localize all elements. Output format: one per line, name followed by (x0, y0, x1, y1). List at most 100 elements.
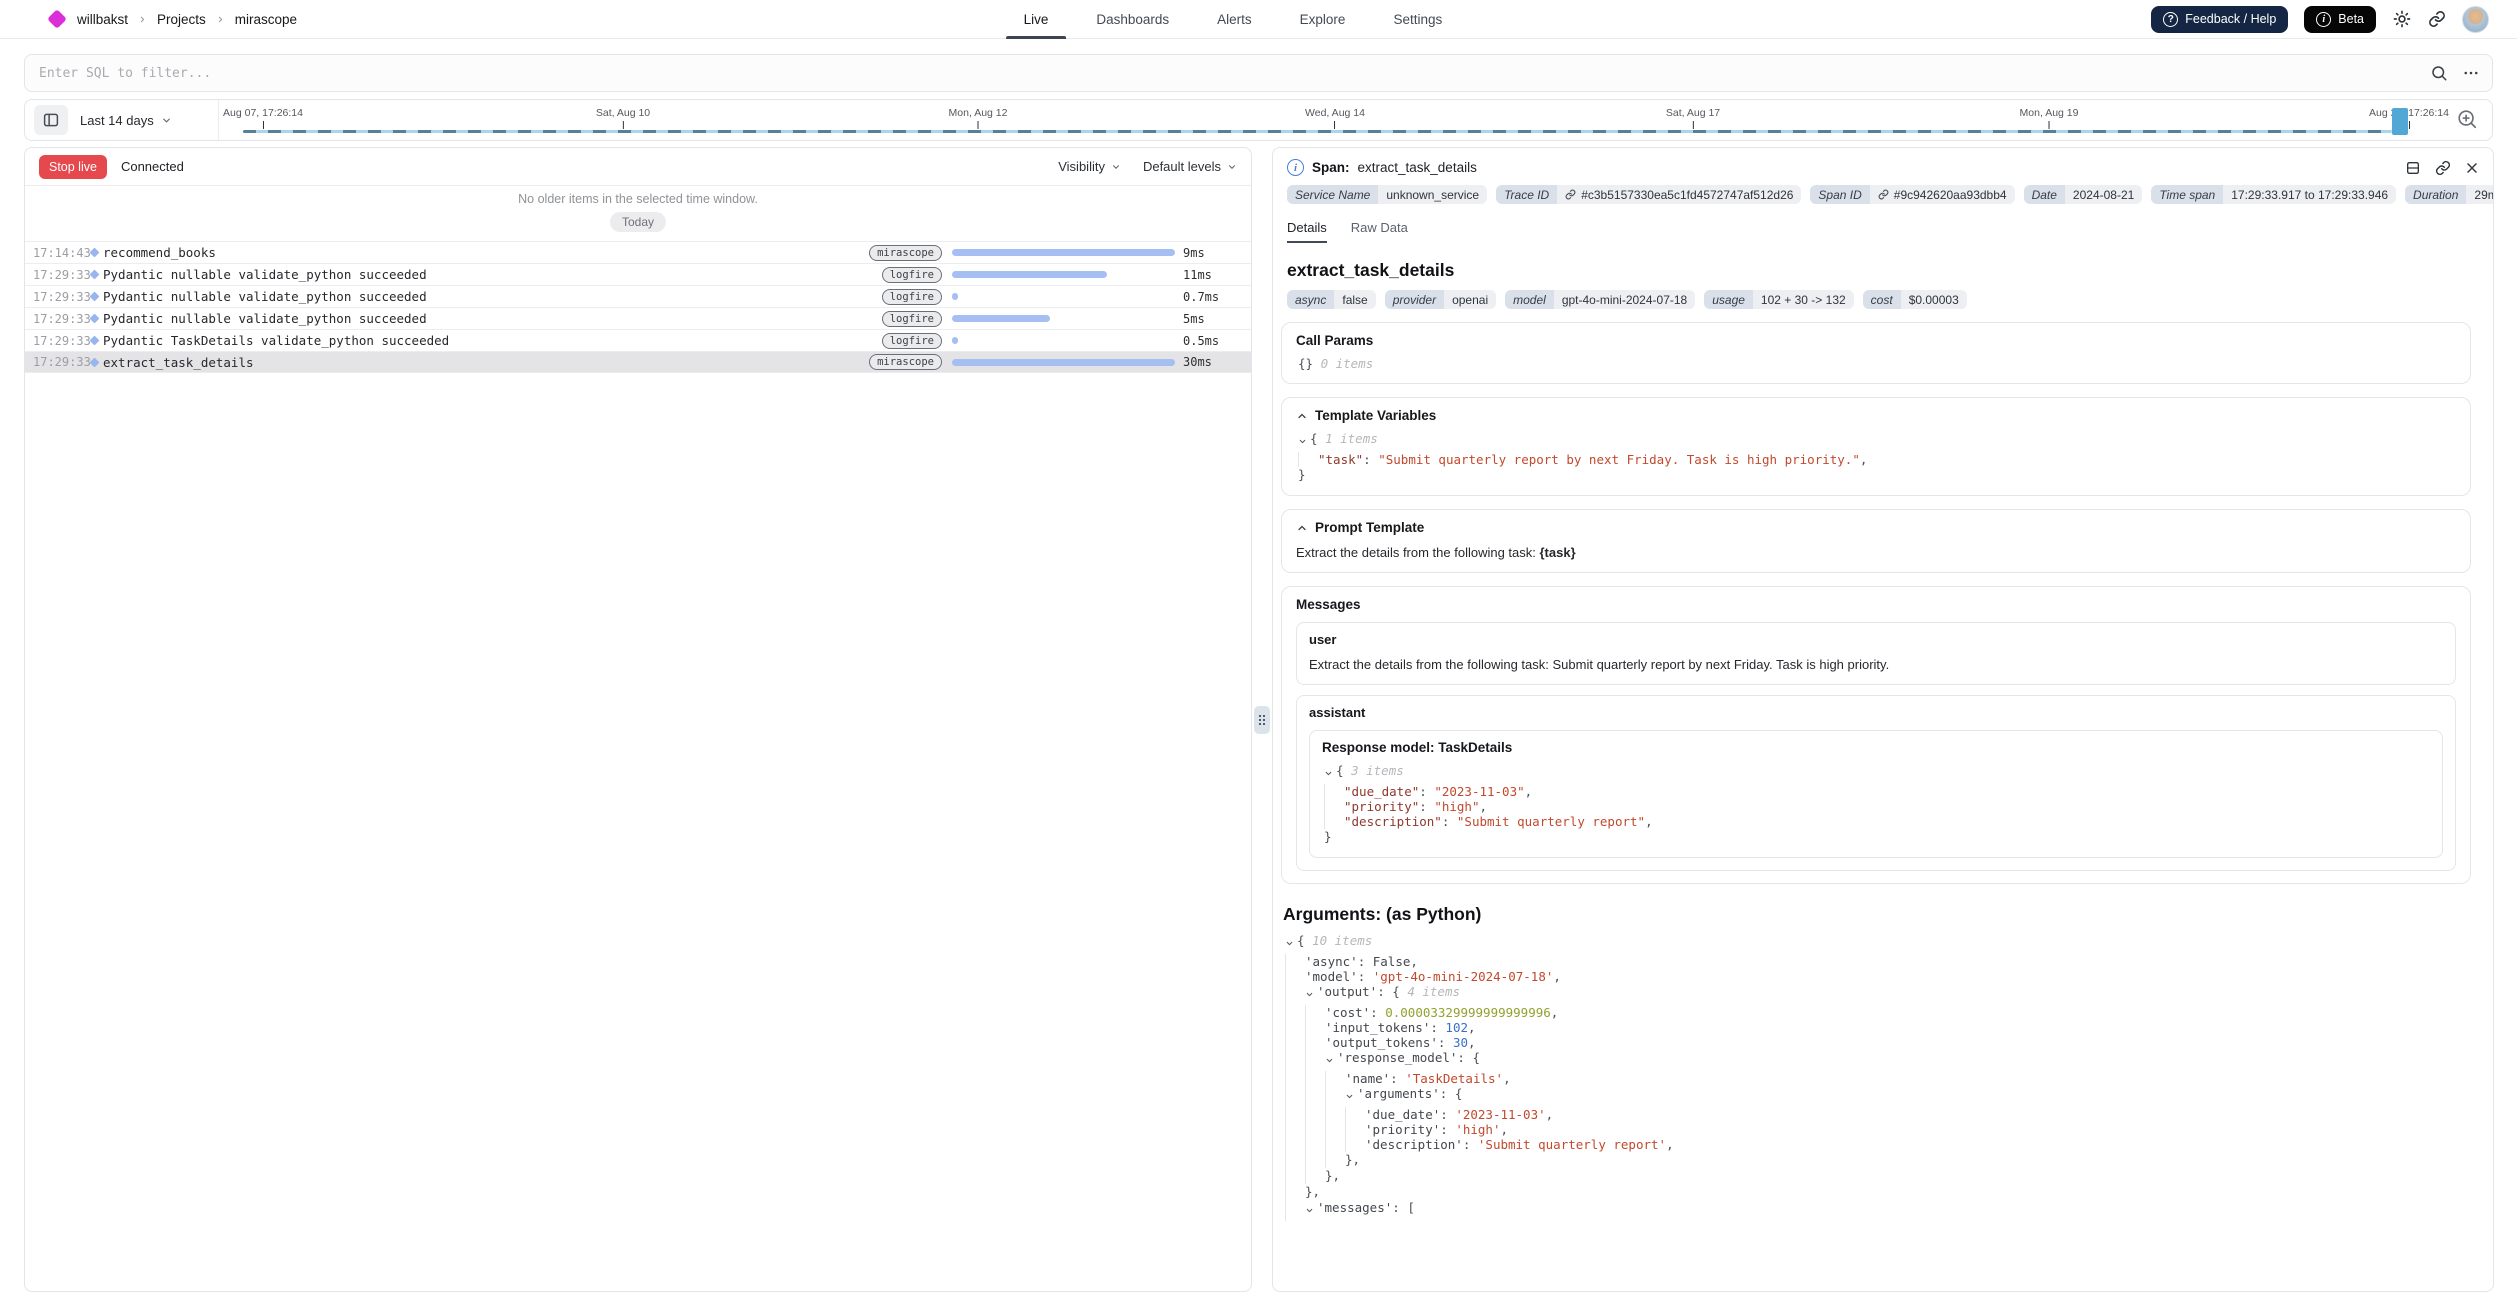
token-punct: : (1358, 954, 1373, 969)
tree-line: 'cost': 0.00003329999999999996, (1285, 1005, 2471, 1020)
collapse-chevron-icon[interactable] (1305, 984, 1314, 1005)
indent-guide (1325, 1071, 1345, 1086)
token-pkey: 'messages' (1317, 1200, 1392, 1221)
message-role: user (1309, 632, 2443, 647)
drag-handle[interactable] (1254, 706, 1270, 734)
nav-tab-settings[interactable]: Settings (1389, 0, 1446, 39)
timeline-tick: Mon, Aug 12 (949, 107, 1008, 129)
indent-guide (1298, 452, 1318, 467)
span-detail-panel: i Span: extract_task_details Service Nam… (1272, 147, 2494, 1292)
indent-guide (1305, 1137, 1325, 1152)
pill-value-text: gpt-4o-mini-2024-07-18 (1562, 293, 1687, 307)
token-punct: , (1553, 969, 1561, 984)
time-range-dropdown[interactable]: Last 14 days (80, 113, 172, 128)
token-punct: { (1336, 763, 1351, 784)
timeline-selection[interactable] (2392, 108, 2408, 135)
theme-toggle-icon[interactable] (2392, 9, 2412, 29)
day-separator: Today (610, 212, 666, 232)
span-meta-row: Service Nameunknown_serviceTrace ID#c3b5… (1273, 185, 2493, 204)
breadcrumb-projects[interactable]: Projects (157, 12, 206, 27)
collapse-chevron-icon[interactable] (1298, 431, 1307, 452)
nav-tabs: Live Dashboards Alerts Explore Settings (1020, 0, 1447, 39)
pill-label: Date (2024, 185, 2065, 204)
meta-trace-id-pill: Trace ID#c3b5157330ea5c1fd4572747af512d2… (1496, 185, 1801, 204)
panel-resize-divider[interactable] (1252, 147, 1272, 1292)
copy-link-icon[interactable] (2435, 160, 2451, 176)
nav-tab-alerts[interactable]: Alerts (1213, 0, 1256, 39)
live-row[interactable]: 17:29:33Pydantic TaskDetails validate_py… (25, 329, 1251, 351)
span-kind-icon (85, 315, 103, 322)
live-row[interactable]: 17:29:33Pydantic nullable validate_pytho… (25, 285, 1251, 307)
stop-live-button[interactable]: Stop live (39, 155, 107, 179)
pill-label: model (1505, 290, 1554, 309)
nav-tab-dashboards[interactable]: Dashboards (1092, 0, 1173, 39)
split-panel-icon[interactable] (2405, 160, 2421, 176)
row-tag-badge[interactable]: logfire (882, 333, 942, 349)
beta-button[interactable]: i Beta (2304, 6, 2376, 33)
pill-value[interactable]: #c3b5157330ea5c1fd4572747af512d26 (1557, 185, 1801, 204)
timeline-tick: Sat, Aug 17 (1666, 107, 1720, 129)
user-avatar[interactable] (2462, 6, 2489, 33)
collapse-chevron-icon[interactable] (1345, 1086, 1354, 1107)
chevron-up-icon[interactable] (1296, 410, 1308, 422)
nav-tab-live[interactable]: Live (1020, 0, 1053, 39)
span-attr-row: asyncfalseprovideropenaimodelgpt-4o-mini… (1273, 290, 2493, 309)
indent-guide (1285, 1050, 1305, 1071)
row-tag-badge[interactable]: mirascope (869, 354, 942, 370)
row-timestamp: 17:29:33 (33, 290, 85, 304)
chevron-up-icon[interactable] (1296, 522, 1308, 534)
detail-tab-details[interactable]: Details (1287, 220, 1327, 243)
token-punct: }, (1305, 1184, 1320, 1200)
span-info-icon: i (1287, 159, 1304, 176)
token-punct: : (1363, 452, 1378, 467)
pill-label: Service Name (1287, 185, 1378, 204)
pill-value: 29ms (2466, 185, 2494, 204)
collapse-chevron-icon[interactable] (1325, 1050, 1334, 1071)
timeline-tick: Aug 21, 17:26:14 (2369, 107, 2449, 129)
detail-tab-raw-data[interactable]: Raw Data (1351, 220, 1408, 243)
collapse-chevron-icon[interactable] (1285, 933, 1294, 954)
prompt-template-heading: Prompt Template (1315, 520, 1424, 535)
pill-value-text: $0.00003 (1909, 293, 1959, 307)
timeline-track[interactable] (243, 130, 2392, 133)
pill-value: 102 + 30 -> 132 (1753, 290, 1854, 309)
template-variables-tree: { 1 items"task": "Submit quarterly repor… (1296, 431, 2456, 483)
zoom-in-icon[interactable] (2456, 108, 2478, 130)
live-row[interactable]: 17:29:33Pydantic nullable validate_pytho… (25, 307, 1251, 329)
live-row[interactable]: 17:14:43recommend_booksmirascope9ms (25, 241, 1251, 263)
live-row[interactable]: 17:29:33extract_task_detailsmirascope30m… (25, 351, 1251, 373)
sidebar-toggle-button[interactable] (34, 105, 68, 135)
row-tag-badge[interactable]: logfire (882, 311, 942, 327)
row-span-name: Pydantic nullable validate_python succee… (103, 311, 882, 326)
row-tag-badge[interactable]: mirascope (869, 245, 942, 261)
indent-guide (1305, 1005, 1325, 1020)
link-icon (1565, 189, 1576, 200)
live-row[interactable]: 17:29:33Pydantic nullable validate_pytho… (25, 263, 1251, 285)
indent-guide (1285, 969, 1305, 984)
pill-value[interactable]: #9c942620aa93dbb4 (1870, 185, 2015, 204)
breadcrumb-project[interactable]: mirascope (235, 12, 297, 27)
token-str: 'high' (1455, 1122, 1500, 1137)
visibility-dropdown[interactable]: Visibility (1058, 159, 1121, 174)
share-link-icon[interactable] (2428, 10, 2446, 28)
token-pkey: 'output_tokens' (1325, 1035, 1438, 1050)
close-icon[interactable] (2465, 161, 2479, 175)
pill-value-text: #c3b5157330ea5c1fd4572747af512d26 (1581, 188, 1793, 202)
collapse-chevron-icon[interactable] (1324, 763, 1333, 784)
pill-value-text: 2024-08-21 (2073, 188, 2134, 202)
nav-tab-explore[interactable]: Explore (1296, 0, 1350, 39)
row-tag-badge[interactable]: logfire (882, 267, 942, 283)
breadcrumb-org[interactable]: willbakst (77, 12, 128, 27)
default-levels-dropdown[interactable]: Default levels (1143, 159, 1237, 174)
token-str: "Submit quarterly report" (1457, 814, 1645, 829)
search-icon[interactable] (2430, 64, 2448, 82)
feedback-help-button[interactable]: ? Feedback / Help (2151, 6, 2288, 33)
timeline-tick-label: Sat, Aug 10 (596, 107, 650, 119)
token-punct: : (1358, 969, 1373, 984)
sql-filter-input[interactable] (39, 66, 2416, 81)
collapse-chevron-icon[interactable] (1305, 1200, 1314, 1221)
row-tag-badge[interactable]: logfire (882, 289, 942, 305)
token-key: "due_date" (1344, 784, 1419, 799)
more-menu-icon[interactable] (2462, 64, 2480, 82)
logfire-logo-icon[interactable] (47, 9, 67, 29)
